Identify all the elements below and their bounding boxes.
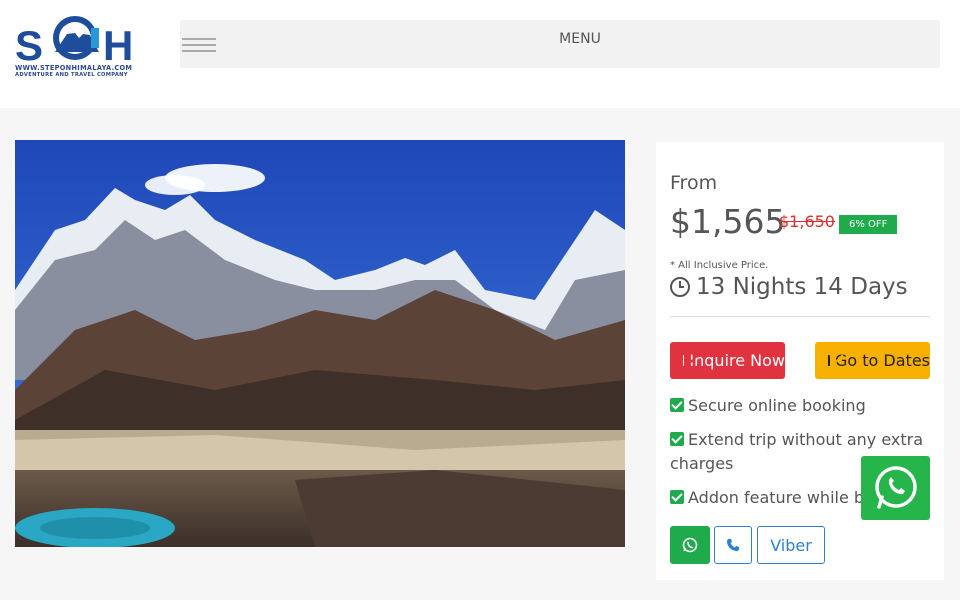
trip-price: $1,565 <box>670 202 786 241</box>
feature-text: Secure online booking <box>688 396 866 415</box>
svg-text:S: S <box>15 22 43 64</box>
svg-text:H: H <box>103 22 133 64</box>
envelope-icon <box>683 355 685 366</box>
mountain-photo <box>15 140 625 547</box>
inclusive-note: * All Inclusive Price. <box>670 260 769 271</box>
whatsapp-icon <box>682 537 698 553</box>
logo-url: WWW.STEPONHIMALAYA.COM <box>15 64 133 72</box>
site-header: S H WWW.STEPONHIMALAYA.COM ADVENTURE AND… <box>0 0 960 108</box>
trip-hero-image <box>15 140 625 547</box>
go-to-dates-button[interactable]: Go to Dates <box>815 342 930 379</box>
trip-duration-text: 13 Nights 14 Days <box>696 274 908 300</box>
whatsapp-contact-button[interactable] <box>670 526 710 564</box>
menu-label[interactable]: MENU <box>180 31 960 47</box>
logo-tagline-text: ADVENTURE AND TRAVEL COMPANY <box>15 72 128 78</box>
card-divider <box>670 316 930 317</box>
viber-contact-button[interactable]: Viber <box>757 526 825 564</box>
logo-mark: S H <box>15 16 133 69</box>
menu-bar: MENU <box>180 20 940 68</box>
price-from-label: From <box>670 172 718 194</box>
trip-duration: 13 Nights 14 Days <box>670 274 908 300</box>
feature-item: Secure online booking <box>670 394 940 418</box>
check-square-icon <box>670 432 684 446</box>
discount-badge: 6% OFF <box>839 215 898 234</box>
check-square-icon <box>670 490 684 504</box>
logo-tagline: WWW.STEPONHIMALAYA.COM ADVENTURE AND TRA… <box>15 64 147 78</box>
check-square-icon <box>670 398 684 412</box>
whatsapp-float-button[interactable] <box>861 456 930 520</box>
clock-icon <box>670 277 690 297</box>
envelope-icon <box>828 355 830 366</box>
whatsapp-icon <box>874 466 917 509</box>
phone-contact-button[interactable] <box>714 526 752 564</box>
go-to-dates-label: Go to Dates <box>835 351 930 370</box>
inquire-now-label: Inquire Now <box>689 351 785 370</box>
original-price: $1,650 <box>779 212 835 231</box>
phone-icon <box>727 539 739 551</box>
inquire-now-button[interactable]: Inquire Now <box>670 342 785 379</box>
